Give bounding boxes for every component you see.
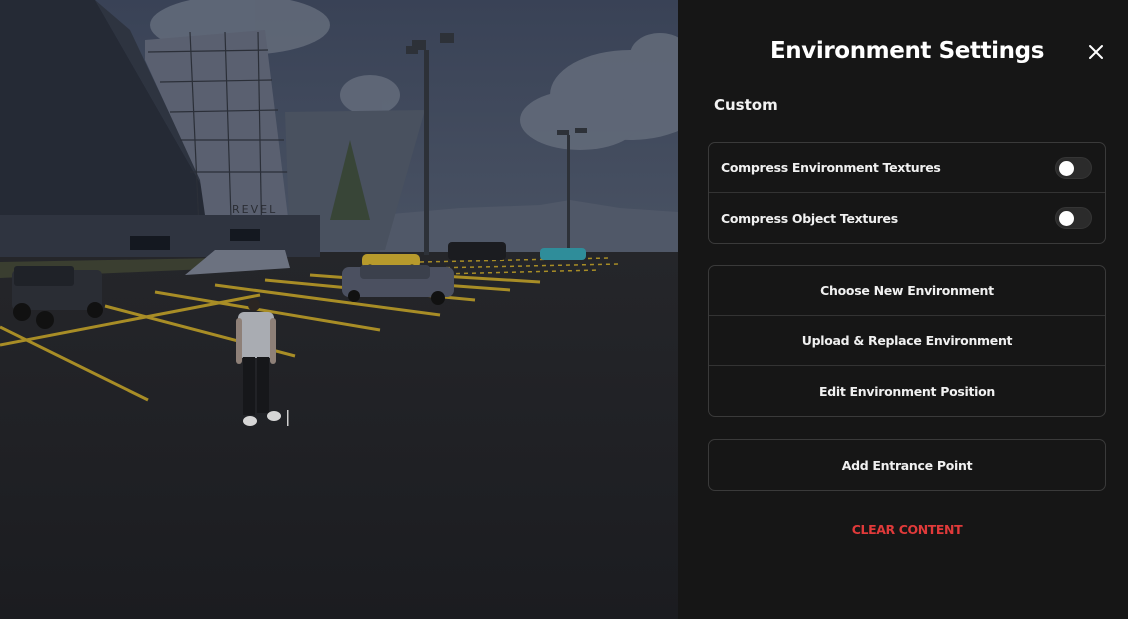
toggle-row-compress-object-textures: Compress Object Textures: [709, 193, 1105, 243]
3d-scene-viewport[interactable]: REVEL: [0, 0, 678, 619]
button-label: Upload & Replace Environment: [801, 333, 1013, 348]
button-label: Choose New Environment: [820, 283, 994, 298]
button-label: Add Entrance Point: [841, 457, 973, 473]
compress-environment-textures-toggle[interactable]: [1055, 156, 1092, 179]
entrance-group: Add Entrance Point: [708, 439, 1106, 491]
close-icon: [1089, 45, 1103, 59]
clear-content-button[interactable]: CLEAR CONTENT: [678, 522, 1128, 537]
button-label: Edit Environment Position: [818, 383, 996, 399]
toggle-knob: [1059, 211, 1074, 226]
scene-canvas[interactable]: REVEL: [0, 0, 678, 619]
texture-compression-group: Compress Environment Textures Compress O…: [708, 142, 1106, 244]
section-label-custom: Custom: [714, 96, 778, 114]
panel-title: Environment Settings: [770, 38, 1044, 64]
black-van: [448, 242, 506, 260]
building-sign: REVEL: [232, 203, 277, 216]
toggle-knob: [1059, 160, 1074, 176]
upload-replace-environment-button[interactable]: Upload & Replace Environment: [709, 316, 1105, 366]
choose-new-environment-button[interactable]: Choose New Environment: [709, 266, 1105, 316]
compress-object-textures-toggle[interactable]: [1055, 207, 1092, 229]
close-button[interactable]: [1085, 41, 1107, 63]
edit-environment-position-button[interactable]: Edit Environment Position: [709, 366, 1105, 416]
environment-actions-group: Choose New Environment Upload & Replace …: [708, 265, 1106, 417]
teal-car: [540, 248, 586, 260]
toggle-row-compress-environment-textures: Compress Environment Textures: [709, 143, 1105, 193]
environment-settings-panel: Environment Settings Custom Compress Env…: [678, 0, 1128, 619]
add-entrance-point-button[interactable]: Add Entrance Point: [709, 440, 1105, 490]
toggle-label: Compress Object Textures: [721, 210, 898, 226]
toggle-label: Compress Environment Textures: [721, 160, 941, 175]
